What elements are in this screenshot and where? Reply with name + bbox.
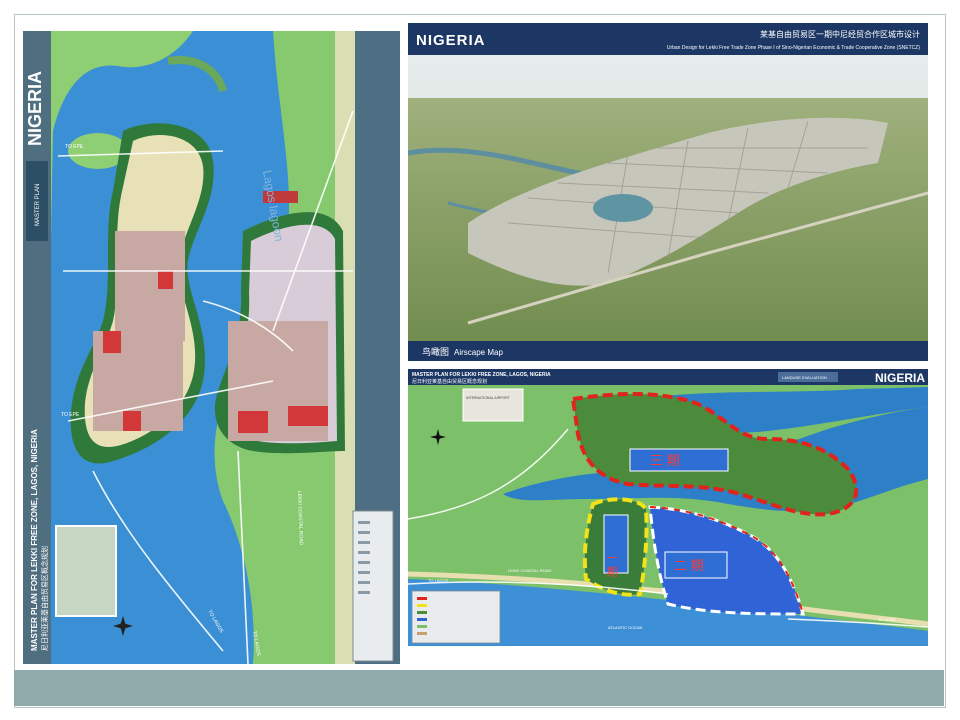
aerial-caption-cn: 鸟瞰图 [422, 346, 449, 357]
master-plan-map-graphic: NIGERIA MASTER PLAN MASTER PLAN FOR LEKK… [23, 31, 400, 664]
master-plan-map: NIGERIA MASTER PLAN MASTER PLAN FOR LEKK… [23, 31, 400, 664]
left-title: MASTER PLAN FOR LEKKI FREE ZONE, LAGOS, … [30, 429, 39, 651]
left-plan-label: MASTER PLAN [35, 184, 41, 226]
left-title-cn: 尼日利亚莱基自由贸易区概念规划 [40, 546, 49, 651]
airport-label: INTERNATIONAL AIRPORT [466, 396, 511, 400]
footer-band [14, 670, 944, 706]
aerial-title-en: Urban Design for Lekki Free Trade Zone P… [667, 45, 921, 51]
landuse-map: MASTER PLAN FOR LEKKI FREE ZONE, LAGOS, … [408, 369, 928, 646]
place-label: TO LAGOS [428, 578, 449, 583]
aerial-title-cn: 莱基自由贸易区一期中尼经贸合作区城市设计 [760, 29, 920, 39]
aerial-view: NIGERIA 莱基自由贸易区一期中尼经贸合作区城市设计 Urban Desig… [408, 23, 928, 361]
road-label: TO EPE [65, 144, 84, 150]
aerial-caption-en: Airscape Map [454, 348, 503, 357]
aerial-view-graphic: NIGERIA 莱基自由贸易区一期中尼经贸合作区城市设计 Urban Desig… [408, 23, 928, 361]
phase-3-label: 三 期 [650, 453, 680, 468]
landuse-title: MASTER PLAN FOR LEKKI FREE ZONE, LAGOS, … [412, 372, 551, 378]
place-label: LEKKI COASTAL ROAD [508, 568, 551, 573]
left-brand: NIGERIA [25, 71, 45, 146]
landuse-title-cn: 尼日利亚莱基自由贸易区概念规划 [412, 378, 487, 385]
landuse-brand: NIGERIA [875, 371, 925, 385]
phase-1-label: 一 期 [605, 552, 618, 578]
aerial-brand: NIGERIA [416, 32, 486, 49]
road-label: TO EPE [61, 412, 80, 418]
place-label: TO LEKKI [878, 617, 896, 622]
phase-2-label: 二 期 [674, 558, 704, 573]
landuse-badge: LANDUSE EVALUATION [782, 375, 827, 380]
landuse-map-graphic: MASTER PLAN FOR LEKKI FREE ZONE, LAGOS, … [408, 369, 928, 646]
place-label: ATLANTIC OCEAN [608, 625, 642, 630]
